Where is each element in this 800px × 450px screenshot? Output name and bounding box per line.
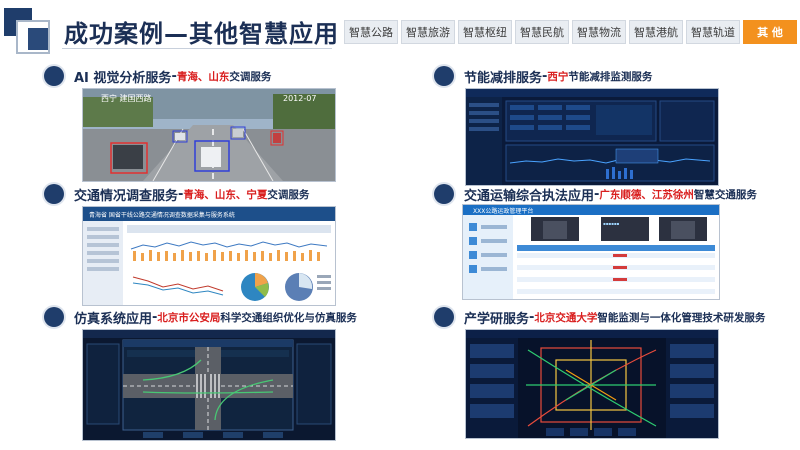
decor-square-inner	[28, 28, 48, 50]
case-title: 交通运输综合执法应用	[464, 188, 595, 204]
bullet-icon	[434, 184, 454, 204]
case-title: 交通情况调查服务	[74, 188, 179, 204]
case-detail: 节能减排监测服务	[568, 70, 653, 83]
case-title: AI 视觉分析服务	[74, 70, 172, 86]
bullet-icon	[44, 184, 64, 204]
case-title: 产学研服务	[464, 311, 530, 327]
tab-smart-logistics[interactable]: 智慧物流	[572, 20, 626, 44]
category-tabs: 智慧公路 智慧旅游 智慧枢纽 智慧民航 智慧物流 智慧港航 智慧轨道 其 他	[344, 20, 797, 44]
case-region: 西宁	[547, 70, 569, 83]
case-region: 青海、山东、宁夏	[183, 188, 268, 201]
svg-text:▪▪▪▪▪▪: ▪▪▪▪▪▪	[603, 221, 620, 226]
case-detail: 交调服务	[229, 70, 272, 83]
tab-smart-hub[interactable]: 智慧枢纽	[458, 20, 512, 44]
tab-smart-aviation[interactable]: 智慧民航	[515, 20, 569, 44]
ai-vision-screenshot: 西宁 建国西路 2012-07	[82, 88, 336, 182]
bullet-icon	[44, 307, 64, 327]
case-region: 北京交通大学	[534, 311, 598, 324]
simulation-screenshot	[82, 329, 336, 441]
screen-header: XXX公路运政管理平台	[473, 207, 533, 215]
screen-caption: 西宁 建国西路	[101, 93, 152, 103]
title-divider	[62, 48, 332, 49]
case-region: 青海、山东	[176, 70, 230, 83]
bullet-icon	[434, 66, 454, 86]
tab-other[interactable]: 其 他	[743, 20, 797, 44]
bullet-icon	[44, 66, 64, 86]
bullet-icon	[434, 307, 454, 327]
case-detail: 智慧交通服务	[693, 188, 757, 201]
tab-smart-port[interactable]: 智慧港航	[629, 20, 683, 44]
case-title: 仿真系统应用	[74, 311, 153, 327]
enforcement-screenshot: XXX公路运政管理平台 ▪▪▪▪▪▪	[462, 204, 720, 300]
case-detail: 科学交通组织优化与仿真服务	[220, 311, 357, 324]
traffic-survey-screenshot: 青海省 国省干线公路交通情况调查数据采集与服务系统	[82, 206, 336, 306]
case-detail: 交调服务	[267, 188, 310, 201]
case-region: 北京市公安局	[157, 311, 221, 324]
tab-smart-highway[interactable]: 智慧公路	[344, 20, 398, 44]
screen-header: 青海省 国省干线公路交通情况调查数据采集与服务系统	[89, 211, 235, 219]
tab-smart-tourism[interactable]: 智慧旅游	[401, 20, 455, 44]
case-region: 广东顺德、江苏徐州	[599, 188, 694, 201]
tab-smart-rail[interactable]: 智慧轨道	[686, 20, 740, 44]
case-title: 节能减排服务	[464, 70, 543, 86]
research-screenshot	[465, 329, 719, 439]
energy-screenshot	[465, 88, 719, 186]
screen-timestamp: 2012-07	[283, 94, 316, 103]
page-title: 成功案例—其他智慧应用	[64, 20, 339, 48]
case-detail: 智能监测与一体化管理技术研发服务	[597, 311, 766, 324]
